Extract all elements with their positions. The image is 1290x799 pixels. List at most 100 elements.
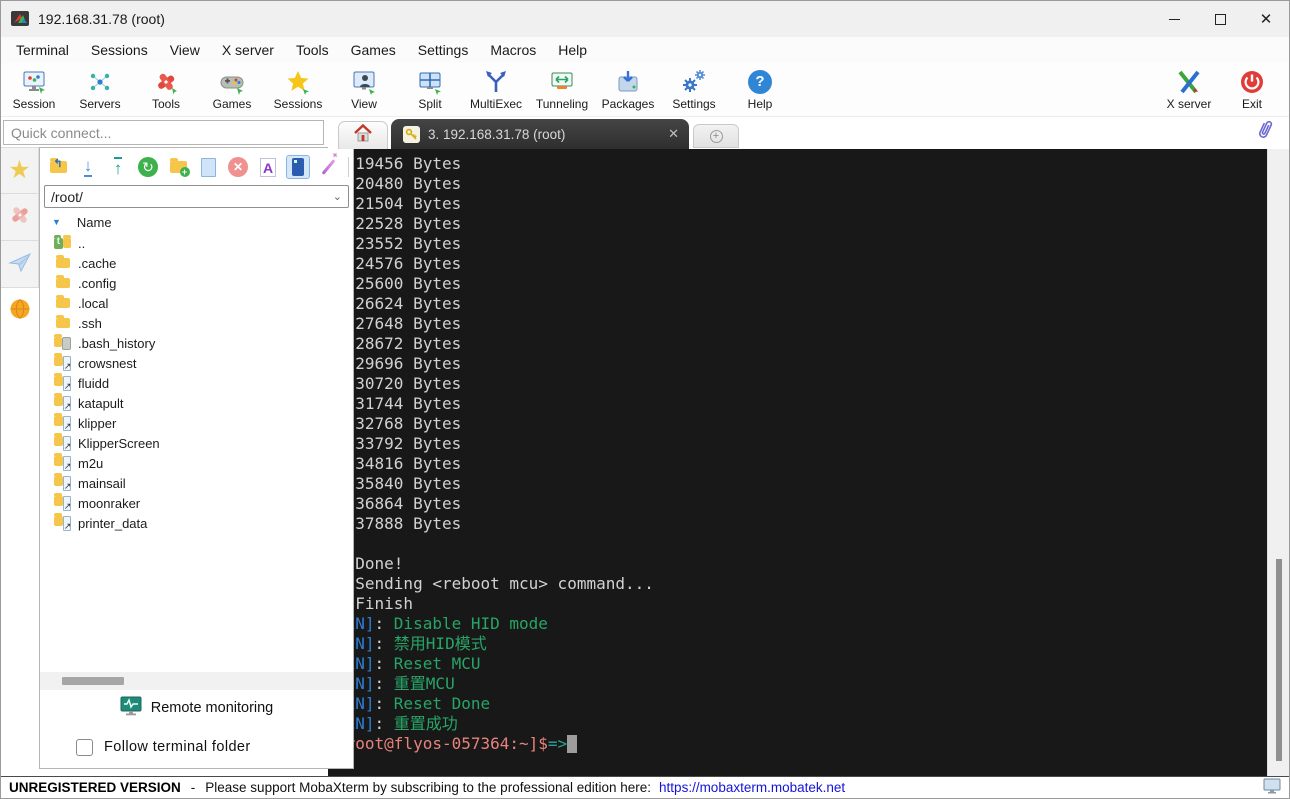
menu-item[interactable]: View <box>159 37 211 63</box>
unregistered-label: UNREGISTERED VERSION <box>9 780 181 795</box>
upload-icon[interactable]: ↑ <box>106 155 130 179</box>
file-name: mainsail <box>78 475 126 491</box>
multiexec-icon <box>483 69 509 95</box>
sidebar-tab-macros[interactable] <box>1 241 39 288</box>
remote-monitoring-button[interactable]: Remote monitoring <box>40 690 353 726</box>
sftp-horizontal-scrollbar[interactable] <box>40 672 353 690</box>
sidebar-tab-tools[interactable] <box>1 194 39 241</box>
file-row[interactable]: KlipperScreen <box>54 432 353 453</box>
view-button[interactable]: View <box>331 63 397 116</box>
tabbar: 3. 192.168.31.78 (root) ✕ + <box>328 117 1289 149</box>
file-icon <box>54 512 72 532</box>
packages-icon <box>615 69 641 95</box>
tunneling-button[interactable]: Tunneling <box>529 63 595 116</box>
scrollbar-thumb[interactable] <box>1276 559 1282 761</box>
menu-item[interactable]: Tools <box>285 37 340 63</box>
file-name: .. <box>78 235 86 251</box>
sidebar-tab-sftp[interactable] <box>1 288 39 335</box>
tab-close-icon[interactable]: ✕ <box>668 126 679 142</box>
new-file-icon[interactable] <box>196 155 220 179</box>
exit-button[interactable]: Exit <box>1225 63 1279 116</box>
new-folder-icon[interactable]: + <box>166 155 190 179</box>
maximize-button[interactable] <box>1197 1 1243 37</box>
quick-connect-input[interactable] <box>3 120 324 145</box>
download-icon[interactable]: ↓ <box>76 155 100 179</box>
session-button[interactable]: Session <box>1 63 67 116</box>
file-row[interactable]: fluidd <box>54 372 353 393</box>
terminal-line: > Finish <box>336 594 414 613</box>
file-row[interactable]: m2u <box>54 452 353 473</box>
view-icon <box>351 69 377 95</box>
tools-icon <box>153 69 179 95</box>
file-row[interactable]: moonraker <box>54 492 353 513</box>
minimize-button[interactable] <box>1151 1 1197 37</box>
scrollbar-thumb[interactable] <box>62 677 124 685</box>
terminal-line: . 26624 Bytes <box>336 294 462 313</box>
go-up-folder-icon[interactable]: ↰ <box>46 155 70 179</box>
multiexec-button[interactable]: MultiExec <box>463 63 529 116</box>
panel-toggle-icon[interactable] <box>286 155 310 179</box>
terminal[interactable]: . 19456 Bytes. 20480 Bytes. 21504 Bytes.… <box>328 149 1267 776</box>
xserver-button[interactable]: X server <box>1153 63 1225 116</box>
wand-icon[interactable] <box>316 155 340 179</box>
file-row[interactable]: crowsnest <box>54 352 353 373</box>
split-button[interactable]: Split <box>397 63 463 116</box>
menu-item[interactable]: X server <box>211 37 285 63</box>
menu-item[interactable]: Games <box>340 37 407 63</box>
toolbar-divider <box>348 157 349 177</box>
file-name: .local <box>78 295 109 311</box>
menu-item[interactable]: Settings <box>407 37 480 63</box>
file-name: .cache <box>78 255 117 271</box>
delete-icon[interactable]: ✕ <box>226 155 250 179</box>
file-row[interactable]: .local <box>54 293 353 313</box>
plus-icon: + <box>709 129 723 143</box>
macros-plane-icon <box>7 250 32 279</box>
packages-button[interactable]: Packages <box>595 63 661 116</box>
help-button[interactable]: ? Help <box>727 63 793 116</box>
follow-terminal-folder-checkbox[interactable] <box>76 738 93 756</box>
menu-item[interactable]: Sessions <box>80 37 159 63</box>
sort-arrow-icon: ▼ <box>52 217 61 227</box>
session-icon <box>21 69 47 95</box>
paperclip-icon[interactable] <box>1255 119 1275 146</box>
terminal-line: . 34816 Bytes <box>336 454 462 473</box>
file-row[interactable]: printer_data <box>54 512 353 533</box>
file-row[interactable]: katapult <box>54 392 353 413</box>
terminal-line: [CN]: 重置MCU <box>336 674 455 693</box>
file-row[interactable]: .. <box>54 233 353 253</box>
terminal-line: . 22528 Bytes <box>336 214 462 233</box>
chevron-down-icon: ⌄ <box>332 191 342 203</box>
file-row[interactable]: klipper <box>54 412 353 433</box>
file-icon <box>54 255 71 268</box>
terminal-line: . 32768 Bytes <box>336 414 462 433</box>
menu-item[interactable]: Terminal <box>5 37 80 63</box>
file-icon <box>54 315 71 328</box>
file-row[interactable]: .bash_history <box>54 333 353 353</box>
close-icon: ✕ <box>1259 10 1273 28</box>
servers-button[interactable]: Servers <box>67 63 133 116</box>
file-row[interactable]: .cache <box>54 253 353 273</box>
file-row[interactable]: .ssh <box>54 313 353 333</box>
file-list-header[interactable]: ▼ Name <box>40 211 353 233</box>
file-row[interactable]: .config <box>54 273 353 293</box>
home-tab[interactable] <box>338 121 388 149</box>
sftp-panel: ↰ ↓ ↑ ↻ + ✕ A /root/ ⌄ <box>39 147 354 769</box>
tab-label: 3. 192.168.31.78 (root) <box>428 126 566 142</box>
mobatek-link[interactable]: https://mobaxterm.mobatek.net <box>659 780 845 795</box>
tools-button[interactable]: Tools <box>133 63 199 116</box>
active-session-tab[interactable]: 3. 192.168.31.78 (root) ✕ <box>391 119 689 149</box>
close-button[interactable]: ✕ <box>1243 1 1289 37</box>
sidebar-tab-sessions[interactable]: ★ <box>1 147 39 194</box>
terminal-scrollbar[interactable] <box>1267 149 1289 776</box>
games-button[interactable]: Games <box>199 63 265 116</box>
settings-button[interactable]: Settings <box>661 63 727 116</box>
rename-icon[interactable]: A <box>256 155 280 179</box>
new-tab-button[interactable]: + <box>693 124 739 148</box>
menu-item[interactable]: Macros <box>479 37 547 63</box>
sessions-button[interactable]: Sessions <box>265 63 331 116</box>
path-dropdown[interactable]: /root/ ⌄ <box>44 185 349 208</box>
file-row[interactable]: mainsail <box>54 472 353 493</box>
refresh-icon[interactable]: ↻ <box>136 155 160 179</box>
menu-item[interactable]: Help <box>547 37 598 63</box>
terminal-line: . 35840 Bytes <box>336 474 462 493</box>
